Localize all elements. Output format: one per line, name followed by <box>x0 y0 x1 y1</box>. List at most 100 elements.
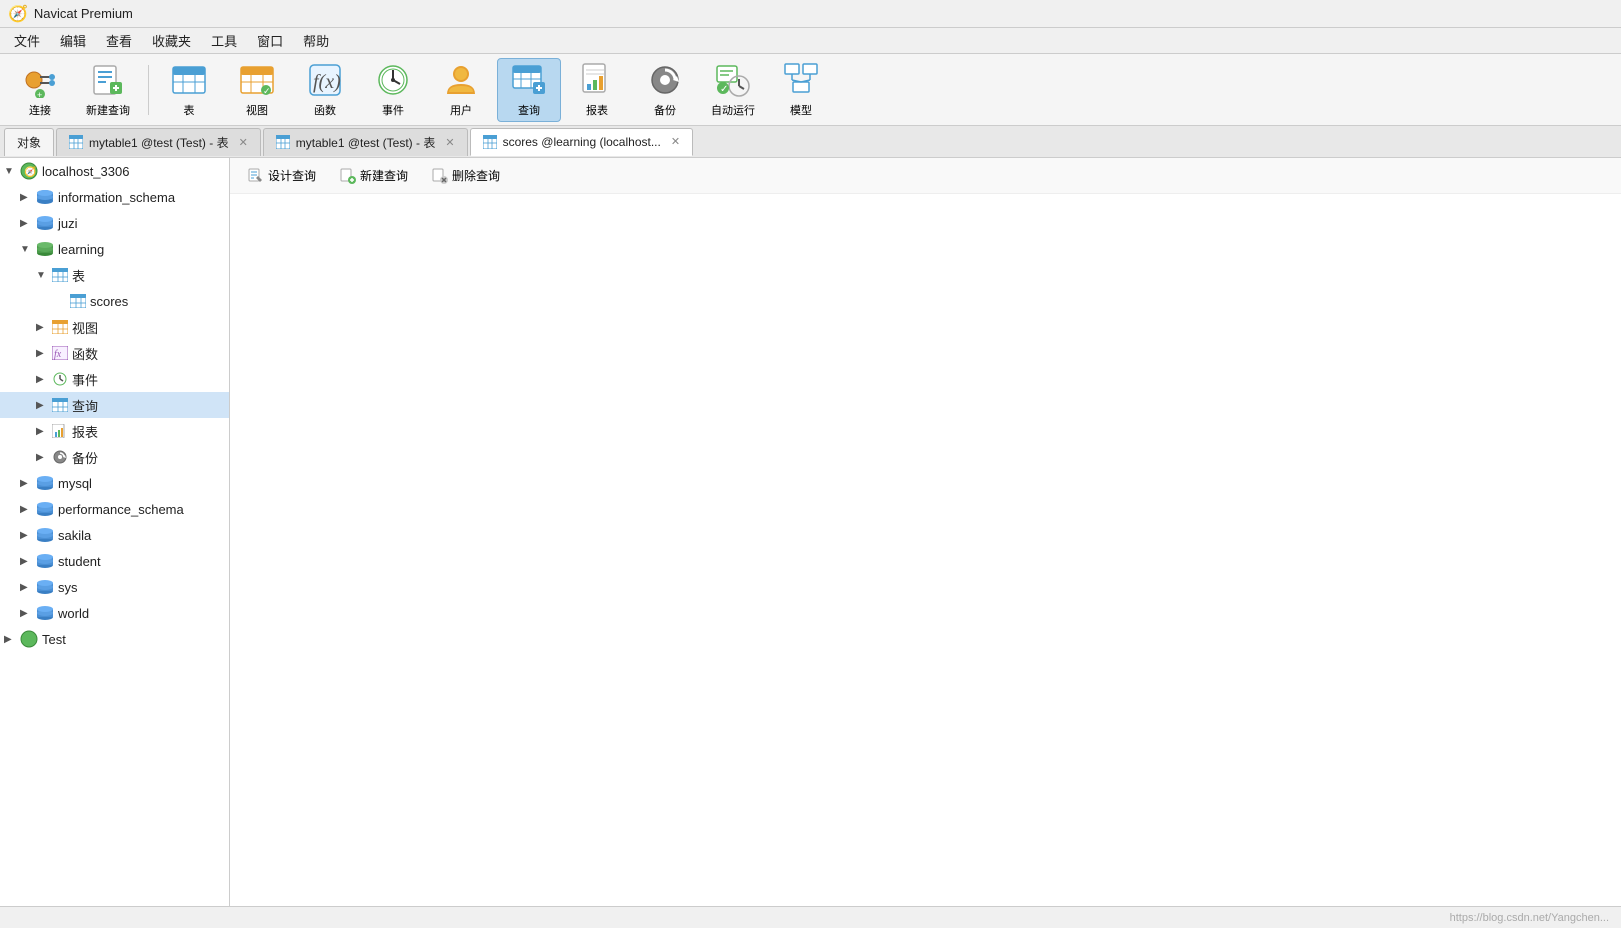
tables-group[interactable]: ▼ 表 <box>0 262 229 288</box>
db-world[interactable]: ▶ world <box>0 600 229 626</box>
scores-table-icon <box>70 294 86 308</box>
connect-label: 连接 <box>29 102 51 118</box>
new-query-label: 新建查询 <box>86 102 130 118</box>
db-juzi-icon <box>36 216 54 230</box>
db-info-arrow: ▶ <box>20 192 32 203</box>
connection-icon: 🧭 <box>20 162 38 180</box>
toolbar-backup[interactable]: 备份 <box>633 58 697 122</box>
reports-group-label: 报表 <box>72 422 98 441</box>
menu-edit[interactable]: 编辑 <box>50 28 96 53</box>
functions-group[interactable]: ▶ fx 函数 <box>0 340 229 366</box>
delete-query-button[interactable]: 删除查询 <box>422 163 510 188</box>
toolbar-event[interactable]: 事件 <box>361 58 425 122</box>
tab-close-1[interactable]: ✕ <box>239 136 248 149</box>
model-icon <box>783 62 819 98</box>
db-juzi-arrow: ▶ <box>20 218 32 229</box>
db-juzi-label: juzi <box>58 216 78 231</box>
tab-mytable1-1[interactable]: mytable1 @test (Test) - 表 ✕ <box>56 128 261 156</box>
app-title: Navicat Premium <box>34 6 133 21</box>
design-query-button[interactable]: 设计查询 <box>238 163 326 188</box>
connection-localhost[interactable]: ▼ 🧭 localhost_3306 <box>0 158 229 184</box>
tab-mytable1-2[interactable]: mytable1 @test (Test) - 表 ✕ <box>263 128 468 156</box>
menu-file[interactable]: 文件 <box>4 28 50 53</box>
model-label: 模型 <box>790 102 812 118</box>
query-icon <box>511 62 547 98</box>
event-label: 事件 <box>382 102 404 118</box>
db-mysql-label: mysql <box>58 476 92 491</box>
tab-table-icon-1 <box>69 135 83 149</box>
menu-window[interactable]: 窗口 <box>247 28 293 53</box>
toolbar-table[interactable]: 表 <box>157 58 221 122</box>
tab-bar: 对象 mytable1 @test (Test) - 表 ✕ mytable1 … <box>0 126 1621 158</box>
svg-text:✓: ✓ <box>263 86 271 96</box>
db-performance-schema[interactable]: ▶ performance_schema <box>0 496 229 522</box>
db-student-arrow: ▶ <box>20 556 32 567</box>
user-icon <box>443 62 479 98</box>
db-sys-label: sys <box>58 580 78 595</box>
queries-group[interactable]: ▶ 查询 <box>0 392 229 418</box>
toolbar-function[interactable]: f(x) 函数 <box>293 58 357 122</box>
db-student-label: student <box>58 554 101 569</box>
function-label: 函数 <box>314 102 336 118</box>
scores-label: scores <box>90 294 128 309</box>
toolbar-user[interactable]: 用户 <box>429 58 493 122</box>
backup-group-icon <box>52 450 68 464</box>
toolbar-new-query[interactable]: 新建查询 <box>76 58 140 122</box>
tab-close-2[interactable]: ✕ <box>445 136 454 149</box>
menu-view[interactable]: 查看 <box>96 28 142 53</box>
db-perf-arrow: ▶ <box>20 504 32 515</box>
view-icon: ✓ <box>239 62 275 98</box>
right-panel: 设计查询 新建查询 <box>230 158 1621 906</box>
object-toolbar: 设计查询 新建查询 <box>230 158 1621 194</box>
db-mysql-arrow: ▶ <box>20 478 32 489</box>
menu-help[interactable]: 帮助 <box>293 28 339 53</box>
views-arrow: ▶ <box>36 322 48 333</box>
toolbar-query[interactable]: 查询 <box>497 58 561 122</box>
db-student[interactable]: ▶ student <box>0 548 229 574</box>
views-group[interactable]: ▶ 视图 <box>0 314 229 340</box>
tab-mytable1-1-label: mytable1 @test (Test) - 表 <box>89 134 229 151</box>
db-learning-label: learning <box>58 242 104 257</box>
toolbar-view[interactable]: ✓ 视图 <box>225 58 289 122</box>
svg-text:🧭: 🧭 <box>24 165 36 178</box>
main-area: 对象 mytable1 @test (Test) - 表 ✕ mytable1 … <box>0 126 1621 906</box>
report-label: 报表 <box>586 102 608 118</box>
db-sakila[interactable]: ▶ sakila <box>0 522 229 548</box>
db-learning-icon <box>36 242 54 256</box>
tab-objects[interactable]: 对象 <box>4 128 54 156</box>
menu-tools[interactable]: 工具 <box>201 28 247 53</box>
toolbar-report[interactable]: 报表 <box>565 58 629 122</box>
content-area: ▼ 🧭 localhost_3306 ▶ information_schema <box>0 158 1621 906</box>
connection-test[interactable]: ▶ Test <box>0 626 229 652</box>
test-arrow: ▶ <box>4 634 16 645</box>
sidebar: ▼ 🧭 localhost_3306 ▶ information_schema <box>0 158 230 906</box>
connect-icon: + <box>22 62 58 98</box>
toolbar-auto-run[interactable]: ✓ 自动运行 <box>701 58 765 122</box>
tables-arrow: ▼ <box>36 270 48 281</box>
tab-objects-label: 对象 <box>17 134 41 151</box>
events-group[interactable]: ▶ 事件 <box>0 366 229 392</box>
reports-group[interactable]: ▶ 报表 <box>0 418 229 444</box>
toolbar-model[interactable]: 模型 <box>769 58 833 122</box>
toolbar-separator-1 <box>148 65 149 115</box>
db-juzi[interactable]: ▶ juzi <box>0 210 229 236</box>
reports-group-icon <box>52 424 68 438</box>
db-sys[interactable]: ▶ sys <box>0 574 229 600</box>
backup-label: 备份 <box>654 102 676 118</box>
svg-text:✓: ✓ <box>720 84 728 95</box>
menu-bar: 文件 编辑 查看 收藏夹 工具 窗口 帮助 <box>0 28 1621 54</box>
db-learning[interactable]: ▼ learning <box>0 236 229 262</box>
toolbar-connect[interactable]: + 连接 <box>8 58 72 122</box>
menu-favorites[interactable]: 收藏夹 <box>142 28 201 53</box>
table-icon <box>171 62 207 98</box>
db-mysql[interactable]: ▶ mysql <box>0 470 229 496</box>
new-query-obj-button[interactable]: 新建查询 <box>330 163 418 188</box>
tab-close-3[interactable]: ✕ <box>671 135 680 148</box>
db-performance-schema-label: performance_schema <box>58 502 184 517</box>
design-query-label: 设计查询 <box>268 167 316 184</box>
connection-test-label: Test <box>42 632 66 647</box>
backup-group[interactable]: ▶ 备份 <box>0 444 229 470</box>
db-information-schema[interactable]: ▶ information_schema <box>0 184 229 210</box>
tab-scores[interactable]: scores @learning (localhost... ✕ <box>470 128 693 156</box>
table-scores[interactable]: ▶ scores <box>0 288 229 314</box>
